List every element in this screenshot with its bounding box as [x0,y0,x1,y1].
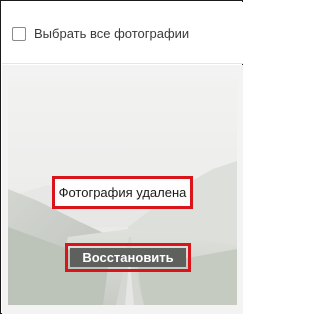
photo-deleted-text: Фотография удалена [58,185,187,200]
select-all-checkbox[interactable] [12,27,26,41]
photo-deleted-notice: Фотография удалена [52,176,193,209]
select-all-row[interactable]: Выбрать все фотографии [12,26,189,42]
photo-window: Выбрать все фотографии Фотография удален… [0,0,243,314]
select-bar: Выбрать все фотографии [2,2,243,64]
restore-button[interactable]: Восстановить [70,248,186,267]
restore-highlight[interactable]: Восстановить [65,243,191,272]
select-all-label[interactable]: Выбрать все фотографии [34,26,189,42]
